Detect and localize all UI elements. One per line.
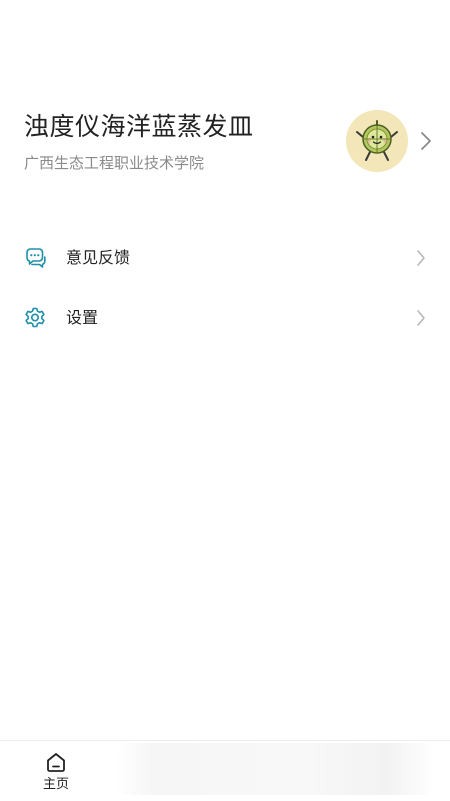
menu-item-label: 设置 [66,308,99,327]
profile-header[interactable]: 浊度仪海洋蓝蒸发皿 广西生态工程职业技术学院 [0,100,450,190]
feedback-chat-icon [23,246,47,270]
tab-home-label: 主页 [42,777,69,792]
tab-bar-blurred-area [115,743,435,795]
menu-item-label: 意见反馈 [66,248,131,267]
menu-list: 意见反馈 设置 [0,228,450,348]
home-icon [45,751,67,773]
gear-icon [23,306,47,330]
cartoon-melon-avatar-icon [346,110,408,172]
chevron-right-icon[interactable] [420,131,432,155]
menu-item-feedback[interactable]: 意见反馈 [0,228,450,288]
menu-item-settings[interactable]: 设置 [0,288,450,348]
profile-school: 广西生态工程职业技术学院 [24,154,205,172]
profile-name: 浊度仪海洋蓝蒸发皿 [24,112,254,141]
tab-home[interactable]: 主页 [32,749,80,797]
chevron-right-icon [416,309,426,331]
chevron-right-icon [416,249,426,271]
bottom-tab-bar: 主页 [0,740,450,801]
avatar[interactable] [346,110,408,172]
